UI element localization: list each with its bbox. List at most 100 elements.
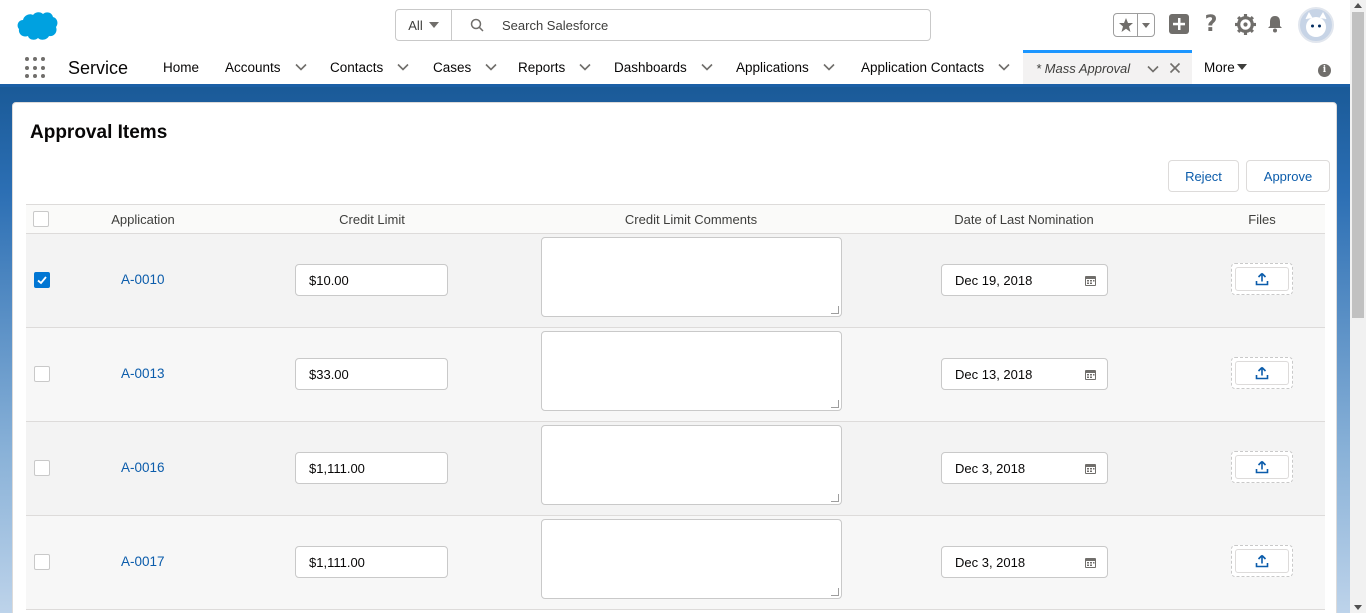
nav-item-contacts[interactable]: Contacts xyxy=(330,50,409,84)
credit-limit-comments-textarea[interactable] xyxy=(541,237,842,317)
close-icon[interactable] xyxy=(1169,62,1181,74)
row-checkbox[interactable] xyxy=(34,460,50,476)
nav-item-application-contacts[interactable]: Application Contacts xyxy=(861,50,1010,84)
chevron-down-icon[interactable] xyxy=(998,61,1010,73)
bell-icon[interactable] xyxy=(1264,13,1286,35)
search-icon xyxy=(470,18,484,32)
resize-handle[interactable] xyxy=(831,306,839,314)
select-all-checkbox[interactable] xyxy=(33,211,49,227)
info-icon[interactable]: i xyxy=(1318,64,1331,77)
credit-limit-input[interactable]: $1,111.00 xyxy=(295,452,448,484)
search-scope-label: All xyxy=(408,17,423,33)
application-link[interactable]: A-0010 xyxy=(121,272,165,287)
column-header-credit-limit[interactable]: Credit Limit xyxy=(302,212,442,227)
credit-limit-comments-textarea[interactable] xyxy=(541,425,842,505)
nav-item-dashboards[interactable]: Dashboards xyxy=(614,50,713,84)
nav-more[interactable]: More xyxy=(1204,50,1247,84)
upload-button[interactable] xyxy=(1235,549,1289,573)
app-launcher-icon[interactable] xyxy=(25,57,47,79)
checkmark-icon xyxy=(37,276,47,285)
help-icon[interactable]: ? xyxy=(1200,12,1222,37)
file-upload[interactable] xyxy=(1231,451,1293,483)
calendar-icon[interactable] xyxy=(1084,274,1097,287)
nav-item-applications[interactable]: Applications xyxy=(736,50,835,84)
global-search: All xyxy=(395,9,931,41)
date-input[interactable]: Dec 19, 2018 xyxy=(941,264,1108,296)
calendar-icon[interactable] xyxy=(1084,556,1097,569)
resize-handle[interactable] xyxy=(831,400,839,408)
column-header-credit-limit-comments[interactable]: Credit Limit Comments xyxy=(591,212,791,227)
resize-handle[interactable] xyxy=(831,494,839,502)
file-upload[interactable] xyxy=(1231,357,1293,389)
row-checkbox[interactable] xyxy=(34,272,50,288)
nav-item-label: Cases xyxy=(433,59,472,75)
gear-icon[interactable] xyxy=(1234,13,1256,35)
application-link[interactable]: A-0017 xyxy=(121,554,165,569)
chevron-down-icon[interactable] xyxy=(701,61,713,73)
tab-mass-approval[interactable]: * Mass Approval xyxy=(1023,50,1192,84)
upload-icon xyxy=(1255,460,1269,474)
chevron-down-icon xyxy=(1236,64,1247,70)
credit-limit-input[interactable]: $1,111.00 xyxy=(295,546,448,578)
nav-item-label: Applications xyxy=(736,59,809,75)
search-scope-dropdown[interactable]: All xyxy=(396,10,452,40)
app-navigation: Service Home Accounts Contacts Cases Rep… xyxy=(0,50,1350,87)
salesforce-cloud-logo[interactable] xyxy=(16,11,58,41)
chevron-down-icon xyxy=(428,22,439,28)
credit-limit-comments-textarea[interactable] xyxy=(541,519,842,599)
application-link[interactable]: A-0016 xyxy=(121,460,165,475)
column-header-application[interactable]: Application xyxy=(88,212,198,227)
nav-item-label: Reports xyxy=(518,59,566,75)
application-link[interactable]: A-0013 xyxy=(121,366,165,381)
credit-limit-input[interactable]: $10.00 xyxy=(295,264,448,296)
upload-icon xyxy=(1255,554,1269,568)
column-header-date-of-last-nomination[interactable]: Date of Last Nomination xyxy=(934,212,1114,227)
nav-item-label: Home xyxy=(163,59,200,75)
nav-item-cases[interactable]: Cases xyxy=(433,50,497,84)
upload-icon xyxy=(1255,366,1269,380)
page-scrollbar[interactable] xyxy=(1350,0,1366,613)
nav-item-label: Application Contacts xyxy=(861,59,985,75)
date-input[interactable]: Dec 3, 2018 xyxy=(941,452,1108,484)
approve-button[interactable]: Approve xyxy=(1246,160,1330,192)
credit-limit-comments-textarea[interactable] xyxy=(541,331,842,411)
scroll-down-arrow[interactable] xyxy=(1354,605,1362,610)
file-upload[interactable] xyxy=(1231,263,1293,295)
table-row: A-0017 $1,111.00 Dec 3, 2018 xyxy=(26,516,1325,610)
chevron-down-icon[interactable] xyxy=(823,61,835,73)
avatar[interactable] xyxy=(1298,7,1334,43)
nav-item-home[interactable]: Home xyxy=(163,50,199,84)
favorites-dropdown[interactable] xyxy=(1138,14,1154,36)
reject-button[interactable]: Reject xyxy=(1168,160,1239,192)
credit-limit-input[interactable]: $33.00 xyxy=(295,358,448,390)
date-input[interactable]: Dec 3, 2018 xyxy=(941,546,1108,578)
search-input[interactable] xyxy=(502,17,882,33)
chevron-down-icon[interactable] xyxy=(485,61,497,73)
resize-handle[interactable] xyxy=(831,588,839,596)
file-upload[interactable] xyxy=(1231,545,1293,577)
date-input[interactable]: Dec 13, 2018 xyxy=(941,358,1108,390)
nav-more-label: More xyxy=(1204,59,1235,75)
row-checkbox[interactable] xyxy=(34,554,50,570)
favorites-button[interactable] xyxy=(1113,13,1155,37)
add-icon[interactable] xyxy=(1168,13,1190,35)
scrollbar-thumb[interactable] xyxy=(1352,12,1364,318)
chevron-down-icon[interactable] xyxy=(1147,63,1159,75)
column-header-files[interactable]: Files xyxy=(1232,212,1292,227)
calendar-icon[interactable] xyxy=(1084,368,1097,381)
upload-button[interactable] xyxy=(1235,361,1289,385)
scroll-up-arrow[interactable] xyxy=(1354,3,1362,8)
nav-item-reports[interactable]: Reports xyxy=(518,50,591,84)
upload-button[interactable] xyxy=(1235,267,1289,291)
chevron-down-icon[interactable] xyxy=(579,61,591,73)
chevron-down-icon[interactable] xyxy=(294,61,307,73)
chevron-down-icon[interactable] xyxy=(397,61,409,73)
date-value: Dec 19, 2018 xyxy=(955,272,1033,288)
row-checkbox[interactable] xyxy=(34,366,50,382)
upload-button[interactable] xyxy=(1235,455,1289,479)
calendar-icon[interactable] xyxy=(1084,462,1097,475)
search-field[interactable] xyxy=(452,10,930,40)
app-name: Service xyxy=(68,58,129,78)
nav-item-accounts[interactable]: Accounts xyxy=(225,50,307,84)
star-icon[interactable] xyxy=(1114,14,1138,36)
